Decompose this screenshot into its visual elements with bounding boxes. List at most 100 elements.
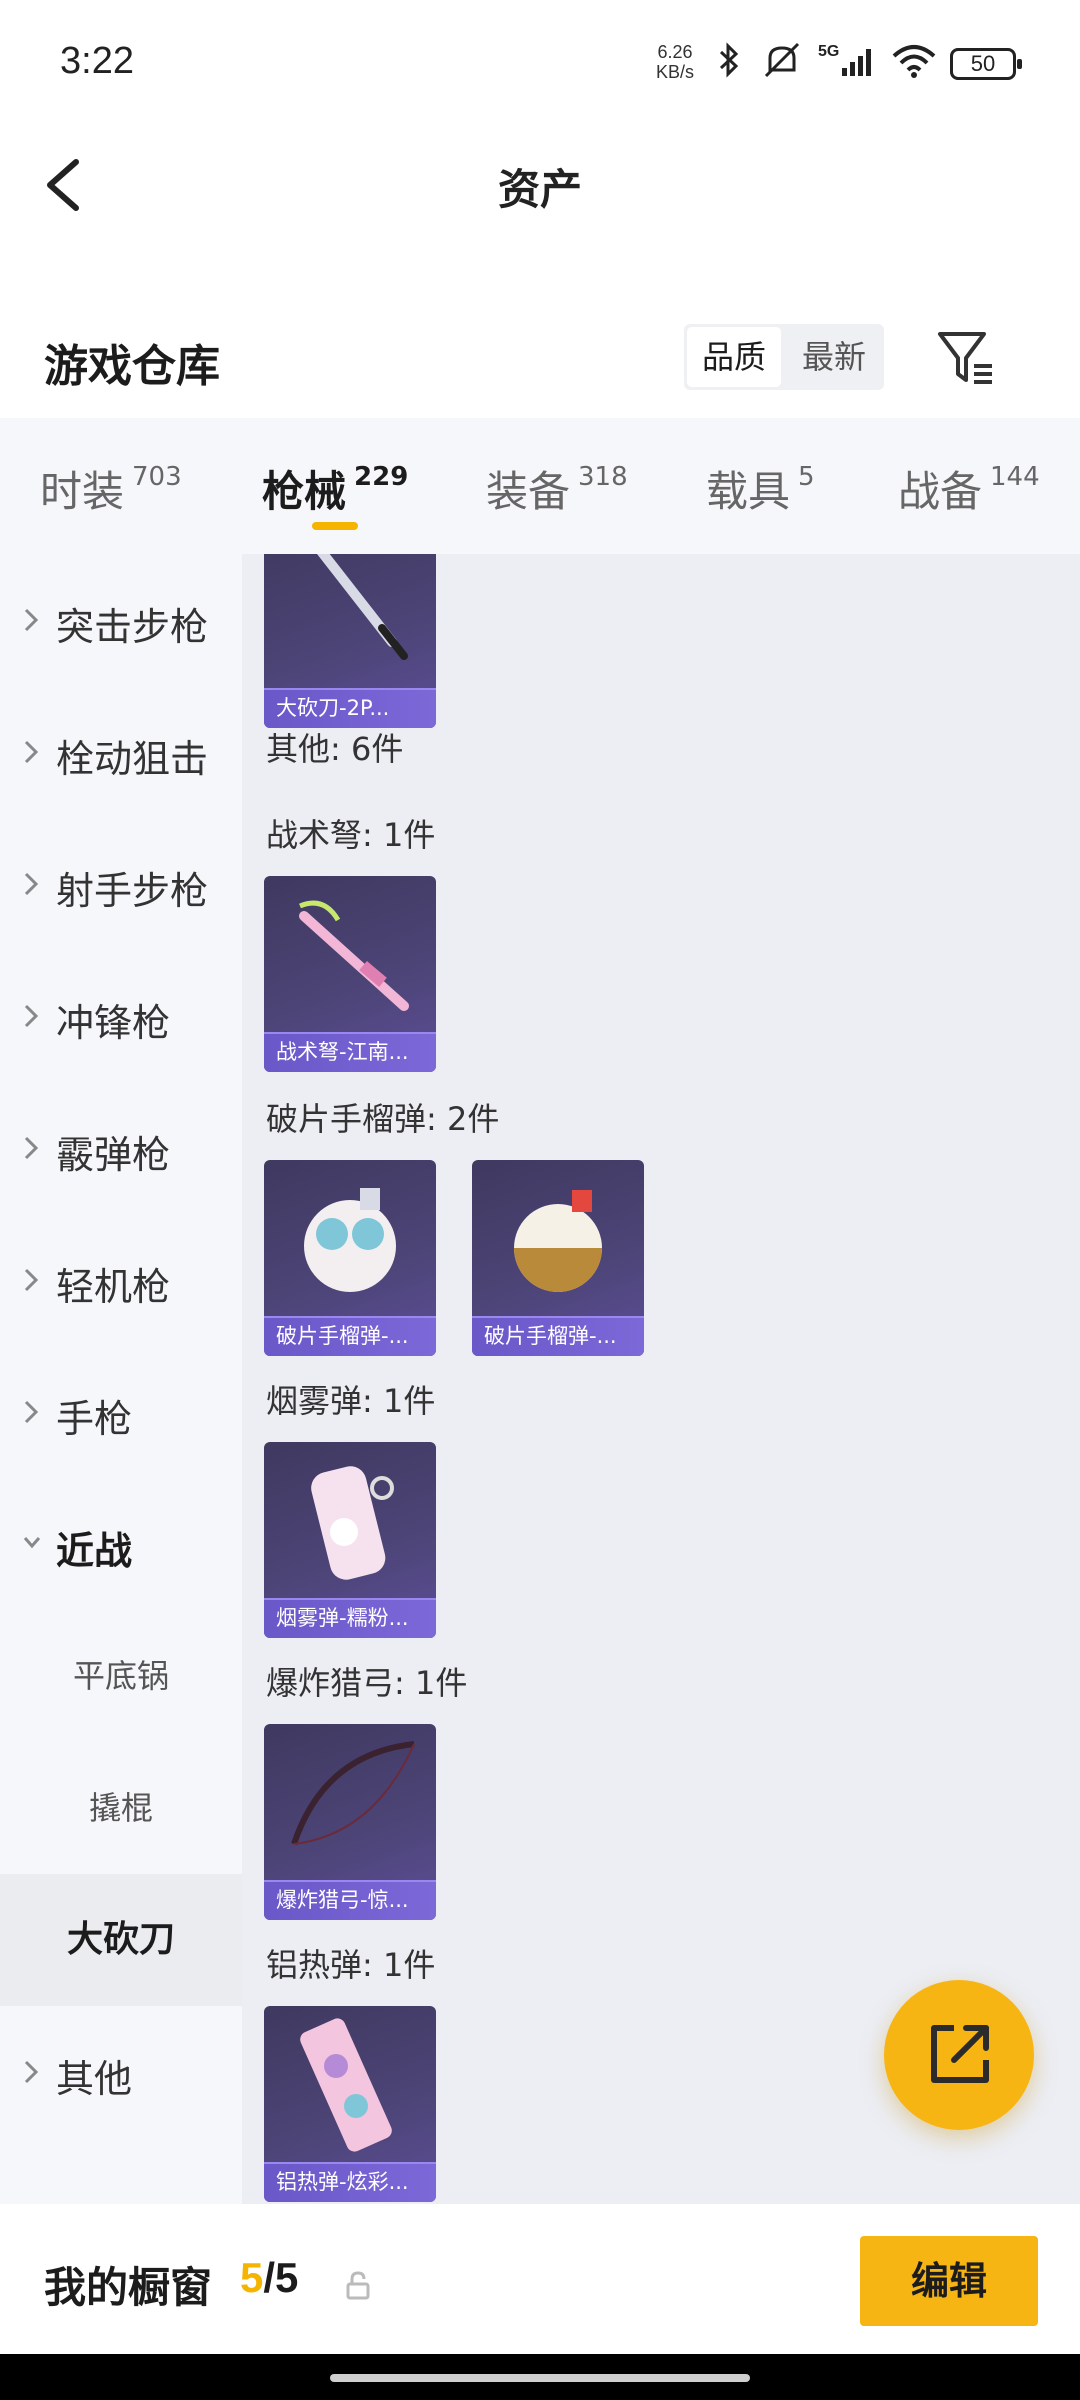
- item-caption: 战术弩-江南...: [264, 1032, 436, 1072]
- sidebar-item-shotgun[interactable]: 霰弹枪: [0, 1082, 242, 1214]
- filter-icon[interactable]: [934, 324, 998, 390]
- sidebar-item-lmg[interactable]: 轻机枪: [0, 1214, 242, 1346]
- group-label-other: 其他: 6件: [266, 730, 404, 768]
- chevron-right-icon: [24, 2060, 39, 2084]
- sidebar-item-label: 射手步枪: [56, 869, 209, 913]
- item-card-thermite[interactable]: 铝热弹-炫彩...: [264, 2006, 436, 2202]
- store-title: 游戏仓库: [44, 341, 220, 392]
- showcase-count: 5/5: [240, 2254, 299, 2301]
- tab-vehicles[interactable]: 载具 5: [706, 458, 815, 519]
- chevron-right-icon: [24, 608, 39, 632]
- sidebar-item-label: 手枪: [56, 1397, 133, 1441]
- sidebar-subitem-machete[interactable]: 大砍刀: [0, 1874, 242, 2006]
- chevron-right-icon: [24, 1400, 39, 1424]
- item-caption: 大砍刀-2P...: [264, 688, 436, 728]
- tab-tactical[interactable]: 战备 144: [898, 458, 1040, 519]
- chevron-right-icon: [24, 740, 39, 764]
- tab-count: 318: [578, 462, 628, 492]
- sidebar-item-label: 冲锋枪: [56, 1001, 171, 1045]
- frag-grenade-image: [514, 1190, 602, 1292]
- network-speed-unit: KB/s: [656, 62, 695, 82]
- item-card-machete[interactable]: 大砍刀-2P...: [264, 554, 436, 728]
- tab-equipment[interactable]: 装备 318: [486, 458, 628, 519]
- chevron-right-icon: [24, 872, 39, 896]
- lock-icon: [346, 2271, 370, 2300]
- group-label-crossbow: 战术弩: 1件: [266, 816, 436, 854]
- status-time: 3:22: [60, 40, 134, 82]
- tab-label: 战备: [898, 467, 983, 516]
- sidebar-item-bolt-sniper[interactable]: 栓动狙击: [0, 686, 242, 818]
- group-label-thermite: 铝热弹: 1件: [266, 1946, 436, 1984]
- network-speed: 6.26 KB/s: [656, 42, 694, 82]
- tab-count: 703: [132, 462, 182, 492]
- mute-icon: [764, 42, 800, 78]
- battery-indicator: 50: [950, 48, 1022, 80]
- item-card-explosive-bow[interactable]: 爆炸猎弓-惊...: [264, 1724, 436, 1920]
- item-card-smoke-grenade[interactable]: 烟雾弹-糯粉...: [264, 1442, 436, 1638]
- tab-label: 时装: [40, 467, 125, 516]
- showcase-label: 我的橱窗: [44, 2263, 213, 2312]
- tab-count: 144: [990, 462, 1040, 492]
- item-caption: 铝热弹-炫彩...: [264, 2162, 436, 2202]
- crossbow-image: [299, 900, 409, 1011]
- showcase-bar: 我的橱窗 5/5 编辑: [0, 2204, 1080, 2354]
- tab-label: 枪械: [262, 467, 347, 516]
- tab-firearms[interactable]: 枪械 229: [262, 458, 408, 519]
- sidebar-item-label: 栓动狙击: [56, 737, 209, 781]
- sidebar-item-marksman-rifle[interactable]: 射手步枪: [0, 818, 242, 950]
- sidebar-item-smg[interactable]: 冲锋枪: [0, 950, 242, 1082]
- group-label-smoke-grenade: 烟雾弹: 1件: [266, 1382, 436, 1420]
- chevron-down-icon: [23, 1537, 41, 1549]
- chevron-right-icon: [24, 1268, 39, 1292]
- sidebar-item-label: 其他: [56, 2057, 133, 2101]
- smoke-grenade-image: [311, 1466, 394, 1580]
- item-grid: 大砍刀-2P... 其他: 6件 战术弩: 1件 战术弩-江南... 破片手榴弹…: [242, 554, 1080, 2204]
- showcase-total: 5: [275, 2254, 299, 2301]
- edit-button[interactable]: 编辑: [860, 2236, 1038, 2326]
- sort-toggle: 品质 最新: [684, 324, 884, 390]
- bluetooth-icon: [719, 42, 739, 78]
- item-card-frag-grenade-2[interactable]: 破片手榴弹-...: [472, 1160, 644, 1356]
- sidebar-subitem-crowbar[interactable]: 撬棍: [0, 1742, 242, 1874]
- home-gesture-handle[interactable]: [330, 2374, 750, 2382]
- share-button[interactable]: [884, 1980, 1034, 2130]
- item-card-crossbow[interactable]: 战术弩-江南...: [264, 876, 436, 1072]
- sidebar-item-other[interactable]: 其他: [0, 2006, 242, 2138]
- signal-label: 5G: [818, 43, 839, 60]
- item-caption: 破片手榴弹-...: [264, 1316, 436, 1356]
- sort-option-quality[interactable]: 品质: [687, 327, 781, 387]
- weapon-category-sidebar: 突击步枪 栓动狙击 射手步枪 冲锋枪 霰弹枪 轻机枪 手枪 近战 平底锅 撬棍 …: [0, 554, 242, 2204]
- tab-fashion[interactable]: 时装 703: [40, 458, 182, 519]
- sort-option-newest[interactable]: 最新: [784, 324, 884, 390]
- tab-label: 载具: [706, 467, 791, 516]
- header: 资产: [0, 130, 1080, 240]
- tab-count: 229: [354, 462, 409, 492]
- network-speed-value: 6.26: [657, 42, 693, 62]
- system-nav-bar: [0, 2354, 1080, 2400]
- item-caption: 爆炸猎弓-惊...: [264, 1880, 436, 1920]
- sidebar-item-label: 近战: [56, 1529, 133, 1573]
- thermite-image: [300, 2018, 392, 2152]
- frag-grenade-image: [304, 1188, 396, 1292]
- item-caption: 烟雾弹-糯粉...: [264, 1598, 436, 1638]
- signal-icon: 5G: [818, 43, 871, 76]
- sidebar-item-label: 突击步枪: [56, 605, 209, 649]
- page-title: 资产: [497, 165, 582, 214]
- share-icon: [931, 2025, 989, 2083]
- tab-label: 装备: [486, 467, 571, 516]
- showcase-current: 5: [240, 2254, 264, 2301]
- chevron-right-icon: [24, 1136, 39, 1160]
- sidebar-item-label: 轻机枪: [56, 1265, 171, 1309]
- active-tab-indicator: [312, 522, 358, 530]
- group-label-frag-grenade: 破片手榴弹: 2件: [266, 1100, 500, 1138]
- item-caption: 破片手榴弹-...: [472, 1316, 644, 1356]
- sidebar-subitem-frying-pan[interactable]: 平底锅: [0, 1610, 242, 1742]
- sidebar-item-melee[interactable]: 近战: [0, 1478, 242, 1610]
- item-card-frag-grenade-1[interactable]: 破片手榴弹-...: [264, 1160, 436, 1356]
- sidebar-item-assault-rifle[interactable]: 突击步枪: [0, 554, 242, 686]
- group-label-explosive-bow: 爆炸猎弓: 1件: [266, 1664, 468, 1702]
- machete-image: [317, 554, 408, 660]
- sidebar-item-pistol[interactable]: 手枪: [0, 1346, 242, 1478]
- category-tabs: 时装 703 枪械 229 装备 318 载具 5 战备 144: [0, 418, 1080, 554]
- wifi-icon: [892, 45, 936, 78]
